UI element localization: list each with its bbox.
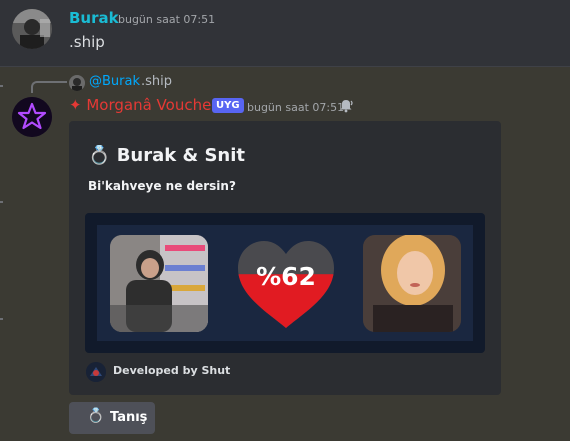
side-marker — [0, 85, 3, 87]
bell-wave-icon — [338, 97, 354, 113]
button-ring-icon: 💍 — [87, 408, 105, 424]
woman-photo-icon — [363, 235, 461, 332]
burak-avatar[interactable] — [12, 9, 52, 49]
avatar-photo-icon — [12, 9, 52, 49]
embed-title: 💍 Burak & Snit — [88, 145, 245, 166]
username-burak[interactable]: Burak — [69, 9, 119, 27]
reply-avatar-icon — [69, 75, 85, 91]
embed-footer: Developed by Shut — [113, 364, 231, 377]
child-photo-icon — [110, 235, 208, 332]
reply-spine — [31, 81, 67, 93]
app-tag: UYG — [212, 98, 244, 113]
message-content: .ship — [69, 33, 105, 51]
embed-title-text: Burak & Snit — [116, 145, 246, 166]
reply-text[interactable]: .ship — [141, 74, 172, 89]
tanis-button-label[interactable]: Tanış — [110, 410, 147, 425]
bot-avatar[interactable] — [12, 97, 52, 137]
side-marker — [0, 318, 3, 320]
embed-description: Bi'kahveye ne dersin? — [88, 179, 236, 193]
message-burak: Burak bugün saat 07:51 .ship — [0, 0, 570, 66]
reply-username[interactable]: @Burak — [89, 74, 140, 89]
bot-username[interactable]: ✦ Morganâ Voucher — [69, 96, 217, 114]
message-timestamp: bugün saat 07:51 — [118, 13, 216, 26]
ship-percent: %62 — [256, 262, 316, 291]
bot-timestamp: bugün saat 07:51 — [247, 101, 345, 114]
purple-star-icon — [12, 97, 52, 137]
left-user-photo[interactable] — [110, 235, 208, 332]
right-user-photo[interactable] — [363, 235, 461, 332]
side-marker — [0, 201, 3, 203]
developer-avatar-icon — [86, 362, 106, 382]
ring-icon: 💍 — [88, 145, 111, 166]
